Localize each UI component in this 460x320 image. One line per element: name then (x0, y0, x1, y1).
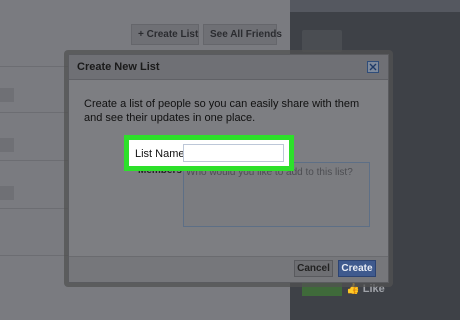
background-avatar (0, 186, 14, 200)
sidebar-photo (302, 30, 342, 52)
create-list-button[interactable]: + Create List (131, 24, 199, 45)
background-avatar (0, 88, 14, 102)
right-sidebar-header (290, 0, 460, 12)
cancel-button[interactable]: Cancel (294, 260, 333, 277)
list-name-input[interactable] (183, 144, 284, 162)
list-name-label: List Name (135, 148, 185, 160)
list-name-highlight: List Name (124, 135, 294, 171)
see-all-friends-button[interactable]: See All Friends (203, 24, 282, 45)
dialog-title: Create New List (77, 61, 160, 73)
members-field[interactable] (183, 162, 370, 227)
dialog-description: Create a list of people so you can easil… (84, 98, 360, 124)
dialog-header: Create New List (69, 55, 388, 80)
list-name-row: List Name (129, 140, 289, 166)
create-button[interactable]: Create (338, 260, 376, 277)
close-button[interactable] (367, 61, 379, 73)
background-avatar (0, 138, 14, 152)
close-icon (369, 63, 377, 71)
